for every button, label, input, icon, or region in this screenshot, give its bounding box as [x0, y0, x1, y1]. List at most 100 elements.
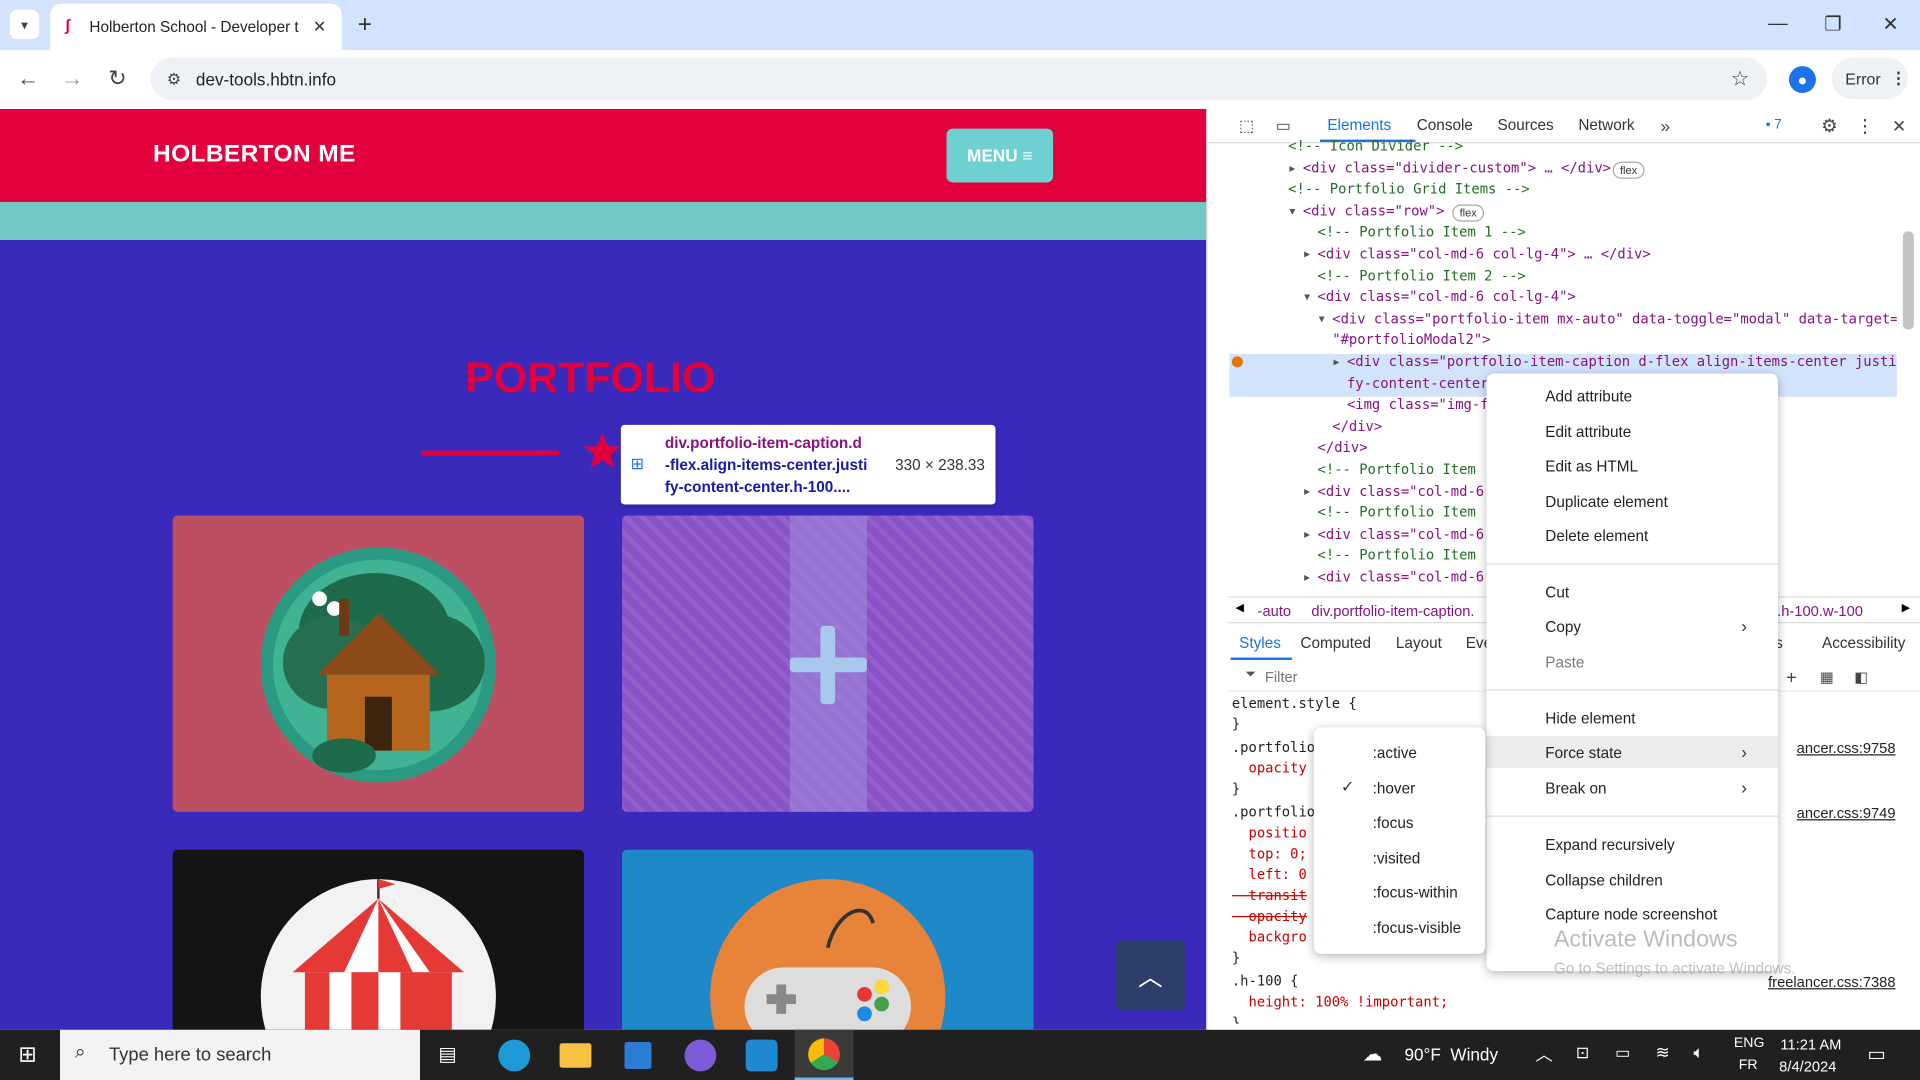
address-bar[interactable]: ⚙ dev-tools.hbtn.info ☆	[150, 57, 1767, 101]
state-focus[interactable]: :focus	[1373, 814, 1414, 831]
device-toggle-icon[interactable]: ▭	[1271, 114, 1295, 138]
style-line[interactable]: }	[1232, 716, 1240, 732]
tab-accessibility[interactable]: Accessibility	[1822, 634, 1905, 651]
avatar[interactable]: ●	[1788, 66, 1816, 94]
style-line[interactable]: transit	[1232, 888, 1306, 904]
reload-icon[interactable]: ↻	[102, 62, 134, 94]
breadcrumb-item-auto[interactable]: -auto	[1258, 602, 1292, 619]
dom-node[interactable]: </div>	[1229, 416, 1382, 438]
file-explorer-icon[interactable]	[559, 1043, 592, 1068]
menu-copy[interactable]: Copy	[1545, 618, 1581, 635]
tab-network[interactable]: Network	[1578, 116, 1634, 133]
dom-node[interactable]: <div class="col-md-6 col-lg-4">	[1229, 287, 1576, 309]
portfolio-item-circus[interactable]	[172, 849, 585, 1030]
chevron-up-icon[interactable]: ︿	[1536, 1042, 1553, 1066]
expand-arrow-icon[interactable]: ▶	[1304, 572, 1310, 583]
settings-gear-icon[interactable]: ⚙	[1817, 114, 1841, 138]
dom-node[interactable]: <!-- Portfolio Item	[1229, 459, 1476, 481]
menu-add-attribute[interactable]: Add attribute	[1545, 388, 1632, 405]
sidebar-toggle-icon[interactable]: ◧	[1849, 665, 1873, 689]
edge-icon[interactable]	[498, 1039, 531, 1072]
styles-filter-input[interactable]	[1264, 666, 1461, 689]
new-rule-icon[interactable]: +	[1779, 665, 1803, 689]
collapse-arrow-icon[interactable]: ▼	[1289, 205, 1295, 216]
collapse-arrow-icon[interactable]: ▼	[1304, 292, 1310, 303]
menu-break-on[interactable]: Break on	[1545, 780, 1606, 797]
expand-arrow-icon[interactable]: ▶	[1333, 356, 1339, 367]
style-line[interactable]: }	[1232, 1015, 1240, 1024]
clock-time[interactable]: 11:21 AM	[1780, 1036, 1841, 1053]
battery-icon[interactable]: ▭	[1615, 1043, 1630, 1063]
menu-collapse-children[interactable]: Collapse children	[1545, 872, 1662, 889]
tree-scrollbar[interactable]	[1902, 231, 1914, 330]
tab-layout[interactable]: Layout	[1396, 634, 1442, 651]
dom-node[interactable]: <div class="portfolio-item-caption d-fle…	[1229, 351, 1897, 373]
language-top[interactable]: ENG	[1734, 1036, 1765, 1051]
flex-badge[interactable]: flex	[1452, 204, 1485, 222]
notifications-icon[interactable]: ▭	[1867, 1042, 1886, 1066]
dom-node[interactable]: <!-- Portfolio Item 2 -->	[1229, 265, 1526, 287]
expand-arrow-icon[interactable]: ▶	[1289, 162, 1295, 173]
meet-icon[interactable]: ⊡	[1576, 1043, 1589, 1063]
state-visited[interactable]: :visited	[1373, 850, 1421, 867]
tab-console[interactable]: Console	[1417, 116, 1473, 133]
dom-node[interactable]: <div class="row">	[1229, 201, 1445, 223]
language-bottom[interactable]: FR	[1739, 1058, 1758, 1073]
dom-node[interactable]: <div class="col-md-6	[1229, 567, 1485, 589]
style-line[interactable]: }	[1232, 781, 1240, 797]
dom-node[interactable]: </div>	[1229, 438, 1368, 460]
site-info-icon[interactable]: ⚙	[160, 66, 187, 93]
style-line[interactable]: .portfolio	[1232, 804, 1315, 820]
style-line[interactable]: }	[1232, 950, 1240, 966]
browser-tab[interactable]: ʃ Holberton School - Developer t ✕	[50, 3, 342, 51]
dom-node[interactable]: <div class="divider-custom"> … </div>	[1229, 157, 1611, 179]
tab-sources[interactable]: Sources	[1498, 116, 1554, 133]
dom-node[interactable]: <!-- Portfolio Grid Items -->	[1229, 179, 1530, 201]
close-devtools-icon[interactable]: ✕	[1887, 114, 1911, 138]
dom-node[interactable]: <!-- Portfolio Item	[1229, 502, 1476, 524]
style-source-link[interactable]: ancer.css:9749	[1797, 804, 1896, 821]
menu-hide-element[interactable]: Hide element	[1545, 710, 1635, 727]
windows-start-icon[interactable]: ⊞	[18, 1042, 36, 1068]
style-line[interactable]: left: 0	[1232, 867, 1306, 883]
wifi-icon[interactable]: ≋	[1656, 1042, 1670, 1063]
flex-badge[interactable]: flex	[1612, 161, 1645, 179]
portfolio-item-cabin[interactable]	[172, 515, 585, 812]
portfolio-item-game[interactable]	[622, 849, 1034, 1030]
dom-node[interactable]: "#portfolioModal2">	[1229, 330, 1490, 352]
state-focus-visible[interactable]: :focus-visible	[1373, 920, 1461, 937]
menu-delete-element[interactable]: Delete element	[1545, 528, 1648, 545]
vscode-icon[interactable]	[745, 1039, 778, 1072]
menu-duplicate-element[interactable]: Duplicate element	[1545, 493, 1668, 510]
more-tabs-icon[interactable]: »	[1653, 114, 1677, 138]
dom-node[interactable]: fy-content-center	[1229, 373, 1489, 395]
task-view-icon[interactable]: ▤	[438, 1042, 457, 1066]
tab-styles[interactable]: Styles	[1239, 634, 1281, 651]
store-icon[interactable]	[624, 1042, 652, 1069]
menu-force-state[interactable]: Force state	[1545, 744, 1622, 761]
inspect-element-icon[interactable]: ⬚	[1234, 114, 1258, 138]
minimize-icon[interactable]: —	[1763, 10, 1792, 39]
state-hover[interactable]: :hover	[1373, 780, 1416, 797]
expand-arrow-icon[interactable]: ▶	[1304, 529, 1310, 540]
dom-node[interactable]: <div class="col-md-6	[1229, 524, 1485, 546]
volume-icon[interactable]: 🔈︎	[1693, 1042, 1703, 1063]
collapse-arrow-icon[interactable]: ▼	[1319, 313, 1325, 324]
menu-cut[interactable]: Cut	[1545, 584, 1569, 601]
menu-edit-attribute[interactable]: Edit attribute	[1545, 424, 1631, 441]
dom-node[interactable]: <div class="col-md-6 col-lg-4"> … </div>	[1229, 244, 1651, 266]
close-window-icon[interactable]: ✕	[1876, 10, 1905, 39]
expand-arrow-icon[interactable]: ▶	[1304, 486, 1310, 497]
bookmark-star-icon[interactable]: ☆	[1725, 65, 1754, 94]
profile-error-button[interactable]: Error ⋮	[1831, 57, 1908, 100]
dom-node[interactable]: <!-- Portfolio Item 1 -->	[1229, 222, 1526, 244]
chrome-taskbar-button[interactable]	[794, 1029, 854, 1080]
tab-search-icon[interactable]: ▾	[9, 9, 40, 40]
restore-icon[interactable]: ❐	[1818, 10, 1847, 39]
devtools-menu-icon[interactable]: ⋮	[1853, 114, 1877, 138]
style-line[interactable]: element.style {	[1232, 696, 1357, 712]
dom-node[interactable]: <!-- Portfolio Item	[1229, 545, 1476, 567]
menu-paste[interactable]: Paste	[1545, 654, 1584, 671]
breadcrumb-right-arrow[interactable]: ▶	[1902, 601, 1910, 614]
breadcrumb-left-arrow[interactable]: ◀	[1236, 601, 1244, 614]
